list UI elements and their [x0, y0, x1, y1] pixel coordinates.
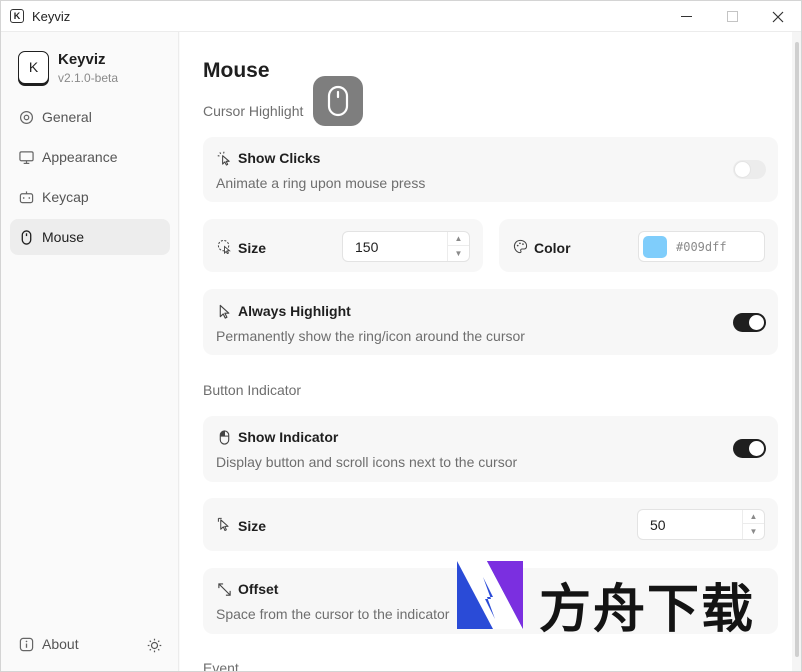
mouse-icon — [18, 229, 34, 245]
scroll-thumb[interactable] — [795, 42, 799, 657]
color-swatch[interactable] — [643, 236, 667, 258]
size-stepper[interactable]: ▲ ▼ — [447, 232, 469, 261]
click-pointer-icon — [216, 150, 232, 166]
monitor-icon — [18, 149, 34, 165]
size-input[interactable]: 150 ▲ ▼ — [342, 231, 470, 262]
main-scrollbar[interactable] — [792, 32, 801, 671]
app-window: K Keyviz K Keyviz v2.1.0-beta General Ap… — [0, 0, 802, 672]
indicator-size-value: 50 — [650, 517, 666, 533]
sun-icon — [147, 638, 161, 652]
indicator-size-stepper[interactable]: ▲ ▼ — [742, 510, 764, 539]
info-icon — [18, 636, 34, 652]
section-title-button-indicator: Button Indicator — [203, 382, 302, 398]
keycap-icon — [18, 189, 34, 205]
sidebar: K Keyviz v2.1.0-beta General Appearance … — [1, 32, 179, 671]
title-bar: K Keyviz — [1, 1, 801, 32]
decrement-icon[interactable]: ▼ — [743, 524, 764, 538]
watermark-text: 方舟下载 — [539, 580, 756, 640]
about-label: About — [42, 636, 79, 652]
sidebar-item-mouse[interactable]: Mouse — [10, 219, 170, 255]
mouse-buttons-icon — [216, 429, 232, 445]
always-highlight-toggle[interactable] — [733, 313, 766, 332]
close-icon — [772, 11, 784, 22]
brand-logo: K — [18, 51, 49, 84]
decrement-icon[interactable]: ▼ — [448, 246, 469, 260]
maximize-icon — [726, 11, 738, 22]
watermark-logo-icon — [457, 561, 523, 629]
increment-icon[interactable]: ▲ — [743, 510, 764, 524]
cursor-icon — [216, 303, 232, 319]
show-indicator-card: Show Indicator Display button and scroll… — [203, 416, 778, 482]
toggle-knob — [749, 441, 764, 456]
sidebar-item-label: Keycap — [42, 189, 89, 205]
always-highlight-description: Permanently show the ring/icon around th… — [216, 328, 525, 344]
diagonal-arrows-icon — [216, 581, 232, 597]
show-indicator-description: Display button and scroll icons next to … — [216, 454, 518, 470]
palette-icon — [512, 238, 528, 254]
section-title-cursor-highlight: Cursor Highlight — [203, 103, 304, 119]
window-title: Keyviz — [32, 9, 71, 24]
sidebar-item-label: General — [42, 109, 92, 125]
indicator-size-card: Size 50 ▲ ▼ — [203, 498, 778, 551]
offset-title: Offset — [238, 581, 279, 597]
color-picker-input[interactable]: #009dff — [638, 231, 765, 262]
close-button[interactable] — [755, 1, 801, 32]
size-value: 150 — [355, 239, 379, 255]
show-indicator-title: Show Indicator — [238, 429, 339, 445]
sidebar-item-label: Appearance — [42, 149, 118, 165]
size-card: Size 150 ▲ ▼ — [203, 219, 483, 272]
sidebar-item-label: Mouse — [42, 229, 85, 245]
always-highlight-title: Always Highlight — [238, 303, 351, 319]
minimize-button[interactable] — [663, 1, 709, 32]
minimize-icon — [680, 16, 692, 17]
show-clicks-description: Animate a ring upon mouse press — [216, 175, 426, 191]
indicator-size-label: Size — [238, 518, 267, 534]
increment-icon[interactable]: ▲ — [448, 232, 469, 246]
indicator-size-input[interactable]: 50 ▲ ▼ — [637, 509, 765, 540]
size-label: Size — [238, 240, 267, 256]
color-hex-value: #009dff — [676, 240, 727, 254]
watermark: 方舟下载 — [457, 561, 757, 640]
section-title-event: Event — [203, 660, 239, 672]
offset-description: Space from the cursor to the indicator — [216, 606, 450, 622]
brand-version: v2.1.0-beta — [58, 71, 119, 85]
about-link[interactable]: About — [18, 636, 79, 652]
mouse-preview-overlay — [313, 76, 363, 126]
show-clicks-title: Show Clicks — [238, 150, 321, 166]
toggle-knob — [735, 162, 750, 177]
color-card: Color #009dff — [499, 219, 778, 272]
gear-icon — [18, 109, 34, 125]
always-highlight-card: Always Highlight Permanently show the ri… — [203, 289, 778, 355]
brand-name: Keyviz — [58, 51, 106, 68]
sidebar-item-general[interactable]: General — [10, 99, 170, 135]
mouse-icon — [327, 85, 349, 117]
page-title: Mouse — [203, 59, 270, 82]
app-icon: K — [10, 9, 24, 23]
color-label: Color — [534, 240, 571, 256]
theme-toggle-button[interactable] — [145, 636, 163, 654]
sidebar-item-keycap[interactable]: Keycap — [10, 179, 170, 215]
pointer-size-icon — [216, 516, 232, 532]
show-indicator-toggle[interactable] — [733, 439, 766, 458]
sidebar-item-appearance[interactable]: Appearance — [10, 139, 170, 175]
show-clicks-card: Show Clicks Animate a ring upon mouse pr… — [203, 137, 778, 202]
show-clicks-toggle[interactable] — [733, 160, 766, 179]
ring-size-icon — [216, 238, 232, 254]
maximize-button[interactable] — [709, 1, 755, 32]
toggle-knob — [749, 315, 764, 330]
